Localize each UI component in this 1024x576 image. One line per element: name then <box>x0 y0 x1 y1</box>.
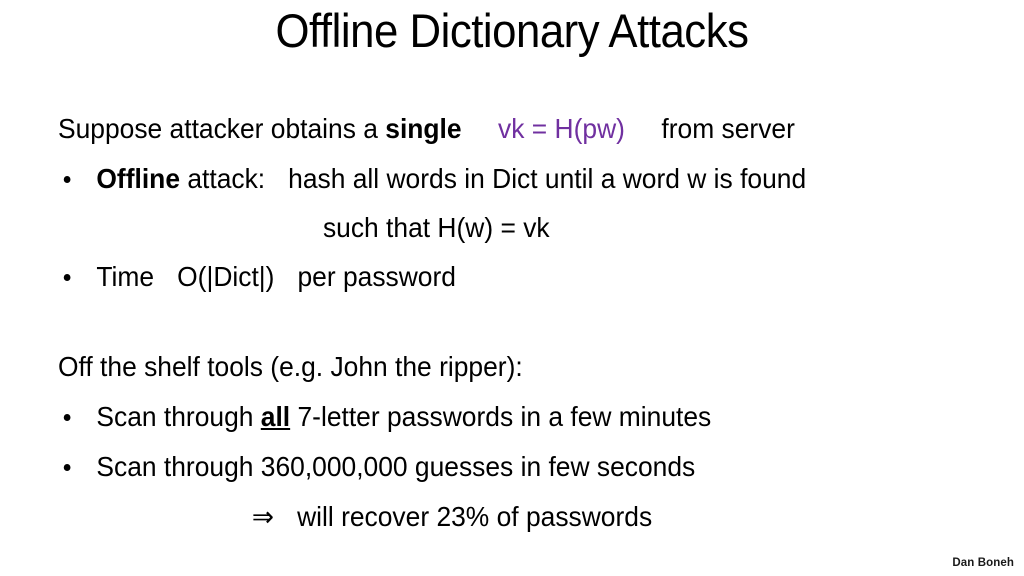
bullet-time-complexity: Time O(|Dict|) per password <box>58 252 970 302</box>
bullet-dot-icon <box>63 464 71 471</box>
time-complexity-value: O(|Dict|) <box>177 261 275 292</box>
bullet-offline-detail: hash all words in Dict until a word w is… <box>288 163 807 194</box>
scan-all-lead: Scan through <box>96 401 261 432</box>
intro-formula-vk: vk = H(pw) <box>498 113 625 144</box>
time-suffix: per password <box>297 261 456 292</box>
scan-guesses-text: Scan through 360,000,000 guesses in few … <box>96 451 696 482</box>
bullet-dot-icon <box>63 274 71 281</box>
bullet-offline-emphasis: Offline <box>96 163 181 194</box>
implies-arrow-icon: ⇒ <box>251 501 275 532</box>
continuation-text: such that H(w) = vk <box>322 212 550 243</box>
content-block-primary: Suppose attacker obtains a single vk = H(… <box>58 104 1008 302</box>
bullet-offline-attack: Offline attack: hash all words in Dict un… <box>58 154 970 204</box>
conclusion-line: ⇒ will recover 23% of passwords <box>58 492 970 542</box>
intro-line: Suppose attacker obtains a single vk = H(… <box>58 104 970 154</box>
intro-lead-text: Suppose attacker obtains a <box>58 113 386 144</box>
content-block-secondary: Off the shelf tools (e.g. John the rippe… <box>58 342 1008 542</box>
scan-all-rest: 7-letter passwords in a few minutes <box>290 401 712 432</box>
bullet-scan-guesses: Scan through 360,000,000 guesses in few … <box>58 442 970 492</box>
bullet-offline-rest: attack: <box>180 163 266 194</box>
slide-canvas: Offline Dictionary Attacks Suppose attac… <box>0 0 1024 576</box>
intro-emphasis-single: single <box>385 113 462 144</box>
author-credit: Dan Boneh <box>952 557 1014 569</box>
bullet-dot-icon <box>63 414 71 421</box>
conclusion-text: will recover 23% of passwords <box>297 501 653 532</box>
time-label: Time <box>96 261 155 292</box>
intro-tail-text: from server <box>661 113 795 144</box>
scan-all-emphasis: all <box>260 401 291 432</box>
tools-heading-text: Off the shelf tools (e.g. John the rippe… <box>58 351 523 382</box>
bullet-dot-icon <box>63 176 71 183</box>
page-title: Offline Dictionary Attacks <box>275 4 749 57</box>
bullet-offline-continuation: such that H(w) = vk <box>58 204 970 252</box>
tools-heading: Off the shelf tools (e.g. John the rippe… <box>58 342 970 392</box>
bullet-scan-all-passwords: Scan through all 7-letter passwords in a… <box>58 392 970 442</box>
